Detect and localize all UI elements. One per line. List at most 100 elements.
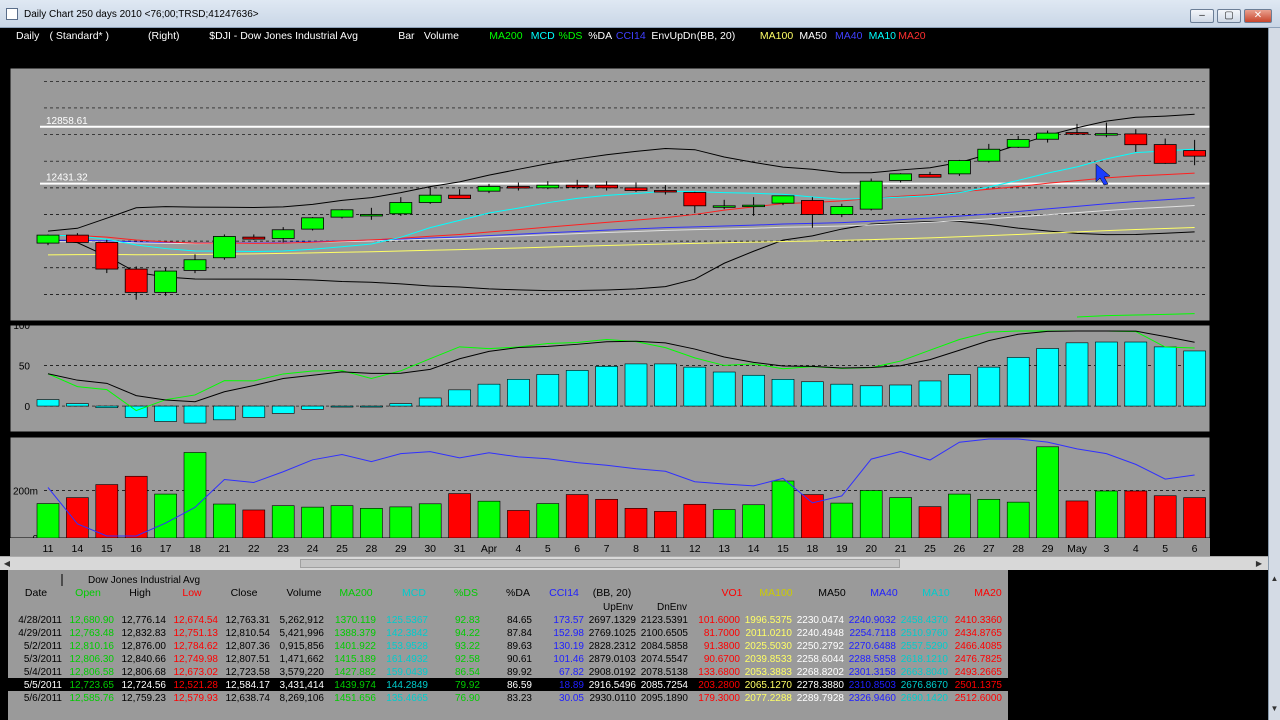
chart-canvas[interactable]: Daily ( Standard* ) (Right) $DJI - Dow Jone… [0,28,1268,556]
macd-tick-label: 50 [19,362,31,373]
table-column-header: Low [182,587,202,599]
table-cell: 203.2800 [698,680,740,691]
x-axis-label: Apr [481,543,498,555]
vertical-scrollbar[interactable]: ▲ ▼ [1268,28,1280,720]
table-cell: 2084.5858 [641,641,689,652]
x-axis-label: 14 [748,543,760,555]
table-cell: 2663.8040 [901,667,949,678]
table-cell: 12,751.13 [174,628,219,639]
table-cell: 12,763.48 [70,628,115,639]
volume-bar [507,510,530,539]
table-cell: 79.92 [455,680,480,691]
scroll-right-icon[interactable]: ▶ [1253,558,1265,569]
chart-area[interactable]: Daily ( Standard* ) (Right) $DJI - Dow Jone… [0,28,1280,566]
volume-bar [565,494,589,539]
scroll-down-icon[interactable]: ▼ [1269,704,1280,716]
macd-bar [712,371,736,407]
scroll-thumb[interactable] [300,559,900,568]
candle [1095,133,1118,136]
x-axis-label: 28 [1012,543,1024,555]
table-cell: 152.98 [553,628,584,639]
table-column-header: MA40 [870,587,898,599]
scroll-up-icon[interactable]: ▲ [1269,574,1280,586]
x-axis-label: 6 [574,543,580,555]
price-tick-label: 12000 [1222,237,1250,248]
price-tick-label: 13000 [1222,104,1250,115]
app-icon [6,8,18,20]
table-cell: 92.83 [455,615,480,626]
table-cell: 2476.7825 [955,654,1003,665]
table-cell: 2466.4085 [955,641,1003,652]
x-axis-label: 4 [1133,543,1139,555]
table-cell: 2074.5547 [641,654,689,665]
x-axis-label: 18 [189,543,201,555]
table-cell: 1401.922 [334,641,376,652]
volume-bar [1036,446,1059,539]
table-cell: 12,840.66 [122,654,167,665]
maximize-button[interactable]: ▢ [1217,9,1241,23]
table-column-header: VO1 [721,587,742,599]
table-cell: 12,806.30 [70,654,115,665]
table-cell: 2501.1375 [955,680,1003,691]
macd-bar [918,380,942,407]
table-cell: 2458.4370 [901,615,949,626]
volume-bar [477,500,501,539]
volume-bar [1124,490,1148,539]
header-item: (Right) [148,30,180,42]
level-label: 12858.61 [46,116,88,127]
table-cell: 2053.3883 [745,667,793,678]
table-cell: 2270.6488 [849,641,897,652]
table-cell: 2512.6000 [955,693,1003,704]
table-cell: 94.22 [455,628,480,639]
table-cell: 5/4/2011 [24,667,63,678]
horizontal-scrollbar[interactable]: ◀ ▶ [0,556,1280,570]
stochastic-tick-label: 100 [1248,325,1265,336]
x-axis-label: 23 [277,543,289,555]
price-tick-label: 11800 [1222,264,1250,275]
price-panel [9,67,1211,322]
table-column-header: MA50 [818,587,846,599]
table-cell: 5,262,912 [280,615,325,626]
header-item: %DS [559,30,583,42]
volume-bar [213,503,236,539]
table-column-header: Open [75,587,101,599]
x-axis-label: 5 [545,543,551,555]
scroll-left-icon[interactable]: ◀ [1,558,13,569]
table-cell: 89.63 [507,641,532,652]
candle [183,259,207,271]
table-cell: 1439.974 [334,680,376,691]
table-column-header: MA20 [974,587,1002,599]
volume-bar [948,493,971,539]
macd-bar [1095,341,1118,407]
x-axis-label: 25 [336,543,348,555]
candle [977,148,1001,162]
table-sub-header: UpEnv [603,602,633,613]
candle [330,209,354,218]
table-cell: 12,807.36 [226,641,271,652]
table-column-header: Close [231,587,258,599]
macd-bar [1124,341,1148,407]
volume-bar [242,509,266,539]
close-window-button[interactable]: ✕ [1244,9,1272,23]
macd-bar [977,366,1001,407]
table-cell: 1,471,662 [280,654,325,665]
candle [536,184,560,189]
window-titlebar[interactable]: Daily Chart 250 days 2010 <76;00;TRSD;41… [0,0,1280,28]
volume-bar [918,506,942,539]
volume-bar [977,498,1001,539]
candle [1036,132,1059,140]
macd-bar [1006,357,1030,407]
table-cell: 12,759.23 [122,693,167,704]
table-sub-header: DnEnv [657,602,687,613]
table-cell: 1427.882 [334,667,376,678]
table-cell: 86.59 [507,680,532,691]
macd-bar [1065,342,1089,407]
table-cell: 12,674.54 [174,615,219,626]
table-cell: 5/5/2011 [24,680,63,691]
header-item: EnvUpDn [651,30,696,42]
macd-tick-label: 100 [13,321,30,332]
table-column-header: MA10 [922,587,950,599]
minimize-button[interactable]: – [1190,9,1214,23]
x-axis-label: 30 [424,543,436,555]
macd-bar [948,374,971,407]
